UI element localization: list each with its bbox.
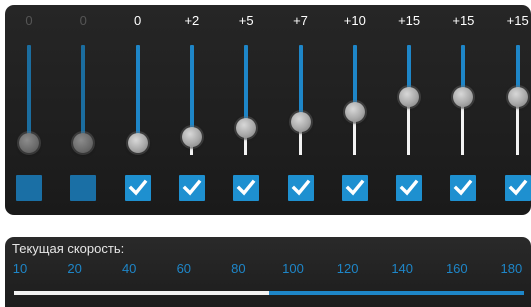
- eq-slider-knob[interactable]: [290, 111, 311, 132]
- eq-slider-knob[interactable]: [344, 102, 365, 123]
- eq-band-checkbox[interactable]: [450, 175, 477, 201]
- speed-tick-label: 180: [500, 261, 523, 276]
- eq-slider-knob[interactable]: [73, 133, 94, 153]
- speed-tick-label: 140: [391, 261, 414, 276]
- speed-tick-label: 160: [445, 261, 468, 276]
- eq-band-value: 0: [133, 13, 142, 28]
- speed-tick-label: 40: [121, 261, 137, 276]
- eq-band-10: +15: [496, 5, 531, 215]
- eq-band-checkbox[interactable]: [396, 175, 423, 201]
- eq-band-value: +5: [238, 13, 254, 28]
- eq-band-checkbox[interactable]: [124, 175, 151, 201]
- checkmark-icon: [508, 179, 528, 196]
- eq-band-value: 0: [79, 13, 87, 28]
- eq-slider-knob[interactable]: [181, 126, 202, 147]
- eq-band-checkbox[interactable]: [233, 175, 260, 201]
- eq-band-checkbox[interactable]: [287, 175, 314, 201]
- eq-band-value: +10: [343, 13, 366, 28]
- speed-tick-label: 100: [282, 261, 304, 276]
- eq-band-1: 0: [7, 5, 51, 215]
- checkmark-icon: [236, 179, 256, 196]
- eq-band-8: +15: [387, 5, 431, 215]
- eq-band-checkbox[interactable]: [341, 175, 368, 201]
- checkmark-icon: [453, 179, 473, 196]
- checkmark-icon: [182, 179, 202, 196]
- eq-band-7: +10: [333, 5, 377, 215]
- eq-slider-knob[interactable]: [236, 117, 257, 138]
- eq-band-checkbox[interactable]: [16, 175, 42, 201]
- eq-slider-knob[interactable]: [453, 87, 474, 107]
- eq-slider-track[interactable]: [189, 45, 194, 137]
- speed-slider[interactable]: [14, 291, 524, 295]
- speed-title: Текущая скорость:: [12, 241, 125, 256]
- speed-slider-fill: [14, 291, 269, 295]
- speed-tick-label: 120: [336, 261, 359, 276]
- checkmark-icon: [128, 179, 147, 196]
- eq-band-value: +15: [398, 13, 421, 28]
- speed-tick-label: 10: [12, 261, 28, 276]
- eq-slider-track[interactable]: [244, 45, 249, 128]
- eq-slider-track[interactable]: [81, 45, 86, 143]
- speed-tick-label: 60: [176, 261, 192, 276]
- eq-band-value: +7: [293, 13, 308, 28]
- checkmark-icon: [399, 179, 419, 196]
- speed-tick-label: 80: [231, 261, 246, 276]
- eq-band-value: +15: [452, 13, 475, 28]
- eq-band-checkbox[interactable]: [178, 175, 205, 201]
- eq-band-4: +2: [170, 5, 214, 215]
- eq-slider-knob[interactable]: [399, 87, 420, 107]
- eq-slider-track[interactable]: [298, 45, 303, 122]
- eq-slider-knob[interactable]: [127, 133, 148, 153]
- eq-slider-knob[interactable]: [507, 87, 528, 107]
- checkmark-icon: [291, 179, 310, 196]
- equalizer-panel: 0 0 0 +2 +5 +7 +10 +15 +15 +15: [5, 5, 531, 215]
- eq-band-3: 0: [116, 5, 160, 215]
- eq-band-value: 0: [25, 13, 33, 28]
- checkmark-icon: [345, 179, 365, 196]
- eq-band-value: +2: [184, 13, 200, 28]
- eq-band-checkbox[interactable]: [70, 175, 97, 201]
- eq-band-checkbox[interactable]: [504, 175, 531, 201]
- eq-band-5: +5: [224, 5, 268, 215]
- eq-slider-knob[interactable]: [19, 133, 39, 153]
- eq-slider-track[interactable]: [27, 45, 31, 143]
- eq-band-9: +15: [441, 5, 485, 215]
- speed-panel: Текущая скорость: 10 20 40 60 80 100 120 140 160…: [5, 237, 531, 307]
- eq-slider-track[interactable]: [135, 45, 140, 143]
- speed-tick-label: 20: [67, 261, 82, 276]
- eq-band-2: 0: [61, 5, 105, 215]
- eq-band-6: +7: [279, 5, 323, 215]
- eq-band-value: +15: [506, 13, 529, 28]
